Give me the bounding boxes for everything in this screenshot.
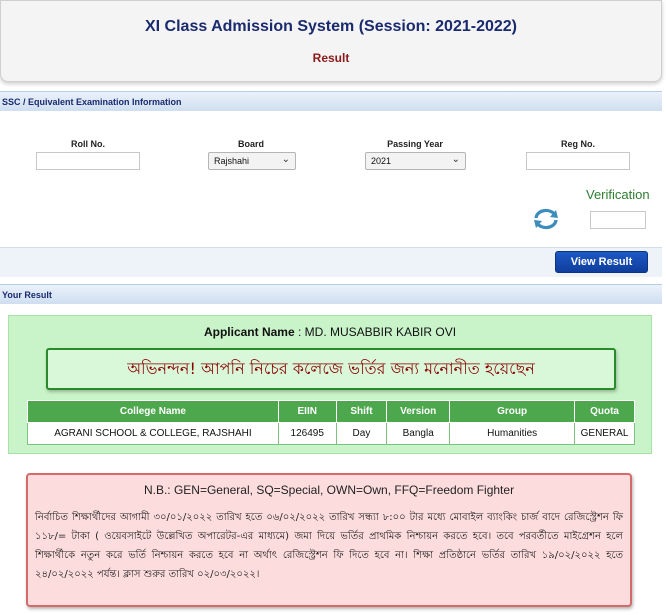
view-result-button[interactable]: View Result (555, 251, 648, 273)
cell-college-name: AGRANI SCHOOL & COLLEGE, RAJSHAHI (27, 422, 279, 445)
cell-quota: GENERAL (574, 422, 635, 445)
applicant-name: : MD. MUSABBIR KABIR OVI (298, 325, 457, 339)
reg-input[interactable] (526, 152, 630, 170)
verification-input[interactable] (590, 211, 646, 229)
table-row: AGRANI SCHOOL & COLLEGE, RAJSHAHI 126495… (27, 422, 635, 445)
col-group: Group (449, 400, 576, 423)
col-college-name: College Name (27, 400, 279, 423)
cell-shift: Day (335, 422, 388, 445)
applicant-line: Applicant Name : MD. MUSABBIR KABIR OVI (9, 325, 651, 339)
note-body: নির্বাচিত শিক্ষার্থীদের আগামী ৩০/০১/২০২২… (35, 512, 623, 580)
ssc-section-header: SSC / Equivalent Examination Information (0, 91, 662, 111)
college-table-header-row: College Name EIIN Shift Version Group Qu… (27, 400, 635, 423)
board-label: Board (237, 139, 264, 149)
page-title: XI Class Admission System (Session: 2021… (144, 18, 517, 35)
col-shift: Shift (335, 400, 388, 423)
college-table: College Name EIIN Shift Version Group Qu… (27, 400, 635, 445)
passing-year-select-value: 2021 (371, 156, 392, 166)
applicant-label: Applicant Name (203, 325, 295, 339)
col-quota: Quota (574, 400, 635, 423)
header-card: XI Class Admission System (Session: 2021… (0, 0, 662, 82)
refresh-icon[interactable] (531, 207, 561, 231)
cell-eiin: 126495 (277, 422, 337, 445)
congratulation-message: অভিনন্দন! আপনি নিচের কলেজে ভর্তির জন্য ম… (46, 348, 616, 390)
verification-label: Verification (586, 187, 650, 202)
passing-year-select[interactable]: 2021 ⌄ (365, 152, 466, 170)
roll-label: Roll No. (71, 139, 105, 149)
cell-version: Bangla (386, 422, 451, 445)
result-box: Applicant Name : MD. MUSABBIR KABIR OVI … (8, 315, 652, 454)
col-eiin: EIIN (277, 400, 337, 423)
note-box: N.B.: GEN=General, SQ=Special, OWN=Own, … (26, 473, 632, 607)
result-section-header: Your Result (0, 284, 662, 304)
passing-year-label: Passing Year (387, 139, 443, 149)
reg-label: Reg No. (560, 139, 595, 149)
board-select-value: Rajshahi (214, 156, 250, 166)
note-heading: N.B.: GEN=General, SQ=Special, OWN=Own, … (143, 483, 515, 497)
chevron-down-icon: ⌄ (281, 154, 290, 165)
roll-input[interactable] (36, 152, 140, 170)
ssc-form (0, 111, 662, 251)
page-subtitle: Result (312, 51, 350, 65)
board-select[interactable]: Rajshahi ⌄ (208, 152, 296, 170)
page: XI Class Admission System (Session: 2021… (0, 0, 666, 615)
col-version: Version (386, 400, 451, 423)
cell-group: Humanities (449, 422, 576, 445)
chevron-down-icon: ⌄ (451, 154, 460, 165)
